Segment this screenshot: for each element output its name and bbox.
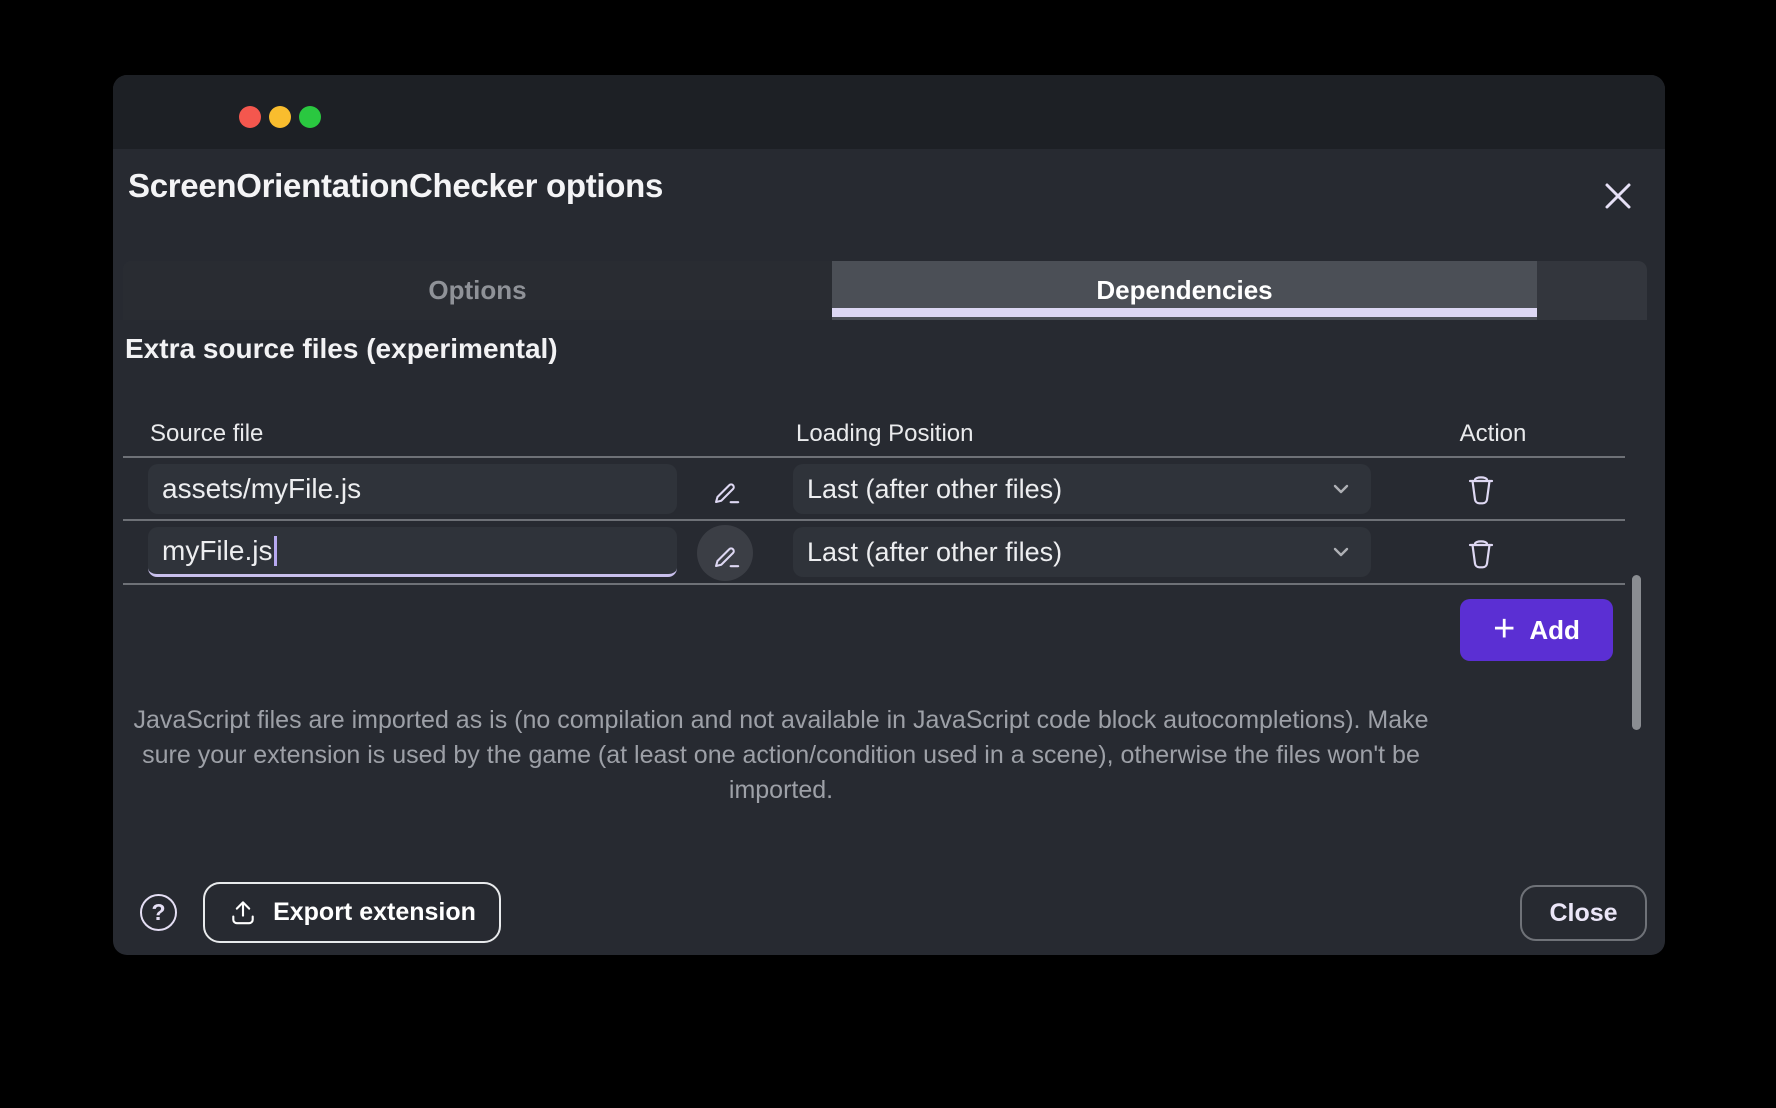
active-tab-indicator [832,308,1537,317]
export-button-label: Export extension [273,898,476,927]
pencil-icon [709,536,741,570]
screen-backdrop: ScreenOrientationChecker options Options… [0,0,1776,1108]
extension-options-dialog: ScreenOrientationChecker options Options… [113,75,1665,955]
delete-row-button-row2[interactable] [1453,525,1509,581]
tab-options[interactable]: Options [123,261,832,320]
titlebar[interactable] [113,75,1665,149]
text-caret [274,536,277,566]
edit-source-button-row2[interactable] [697,525,753,581]
source-file-input-row1[interactable] [148,464,677,514]
traffic-light-minimize-button[interactable] [269,106,291,128]
add-button-label: Add [1529,615,1580,646]
export-extension-button[interactable]: Export extension [203,882,501,943]
help-button[interactable]: ? [140,894,177,931]
column-header-loading-position: Loading Position [796,420,973,448]
loading-position-select-row1[interactable]: Last (after other files) [793,464,1371,514]
edit-source-button-row1[interactable] [697,461,753,517]
traffic-light-close-button[interactable] [239,106,261,128]
loading-position-select-row2[interactable]: Last (after other files) [793,527,1371,577]
divider [123,456,1625,458]
delete-row-button-row1[interactable] [1453,461,1509,517]
divider [123,519,1625,521]
column-header-source-file: Source file [150,420,263,448]
add-source-file-button[interactable]: + Add [1460,599,1613,661]
close-button-label: Close [1549,899,1617,928]
pencil-icon [709,472,741,506]
loading-position-value-row1: Last (after other files) [807,474,1062,505]
trash-icon [1463,470,1499,508]
section-heading: Extra source files (experimental) [125,333,558,365]
source-file-input-row2[interactable]: myFile.js [148,527,677,577]
description-text: JavaScript files are imported as is (no … [123,703,1439,808]
source-file-value-row2: myFile.js [162,535,272,567]
loading-position-value-row2: Last (after other files) [807,537,1062,568]
traffic-light-zoom-button[interactable] [299,106,321,128]
trash-icon [1463,534,1499,572]
tab-dependencies-label: Dependencies [1096,275,1272,306]
dialog-title: ScreenOrientationChecker options [128,167,663,205]
close-dialog-button[interactable] [1603,181,1633,211]
divider [123,583,1625,585]
chevron-down-icon [1333,484,1349,494]
scrollbar-thumb[interactable] [1632,575,1641,730]
upload-icon [228,897,258,929]
plus-icon: + [1493,610,1515,648]
tab-bar: Options Dependencies [123,261,1647,320]
tab-options-label: Options [428,275,526,306]
column-header-action: Action [1423,420,1563,448]
close-button[interactable]: Close [1520,885,1647,941]
question-mark-icon: ? [151,899,165,926]
x-icon [1603,181,1633,211]
chevron-down-icon [1333,547,1349,557]
